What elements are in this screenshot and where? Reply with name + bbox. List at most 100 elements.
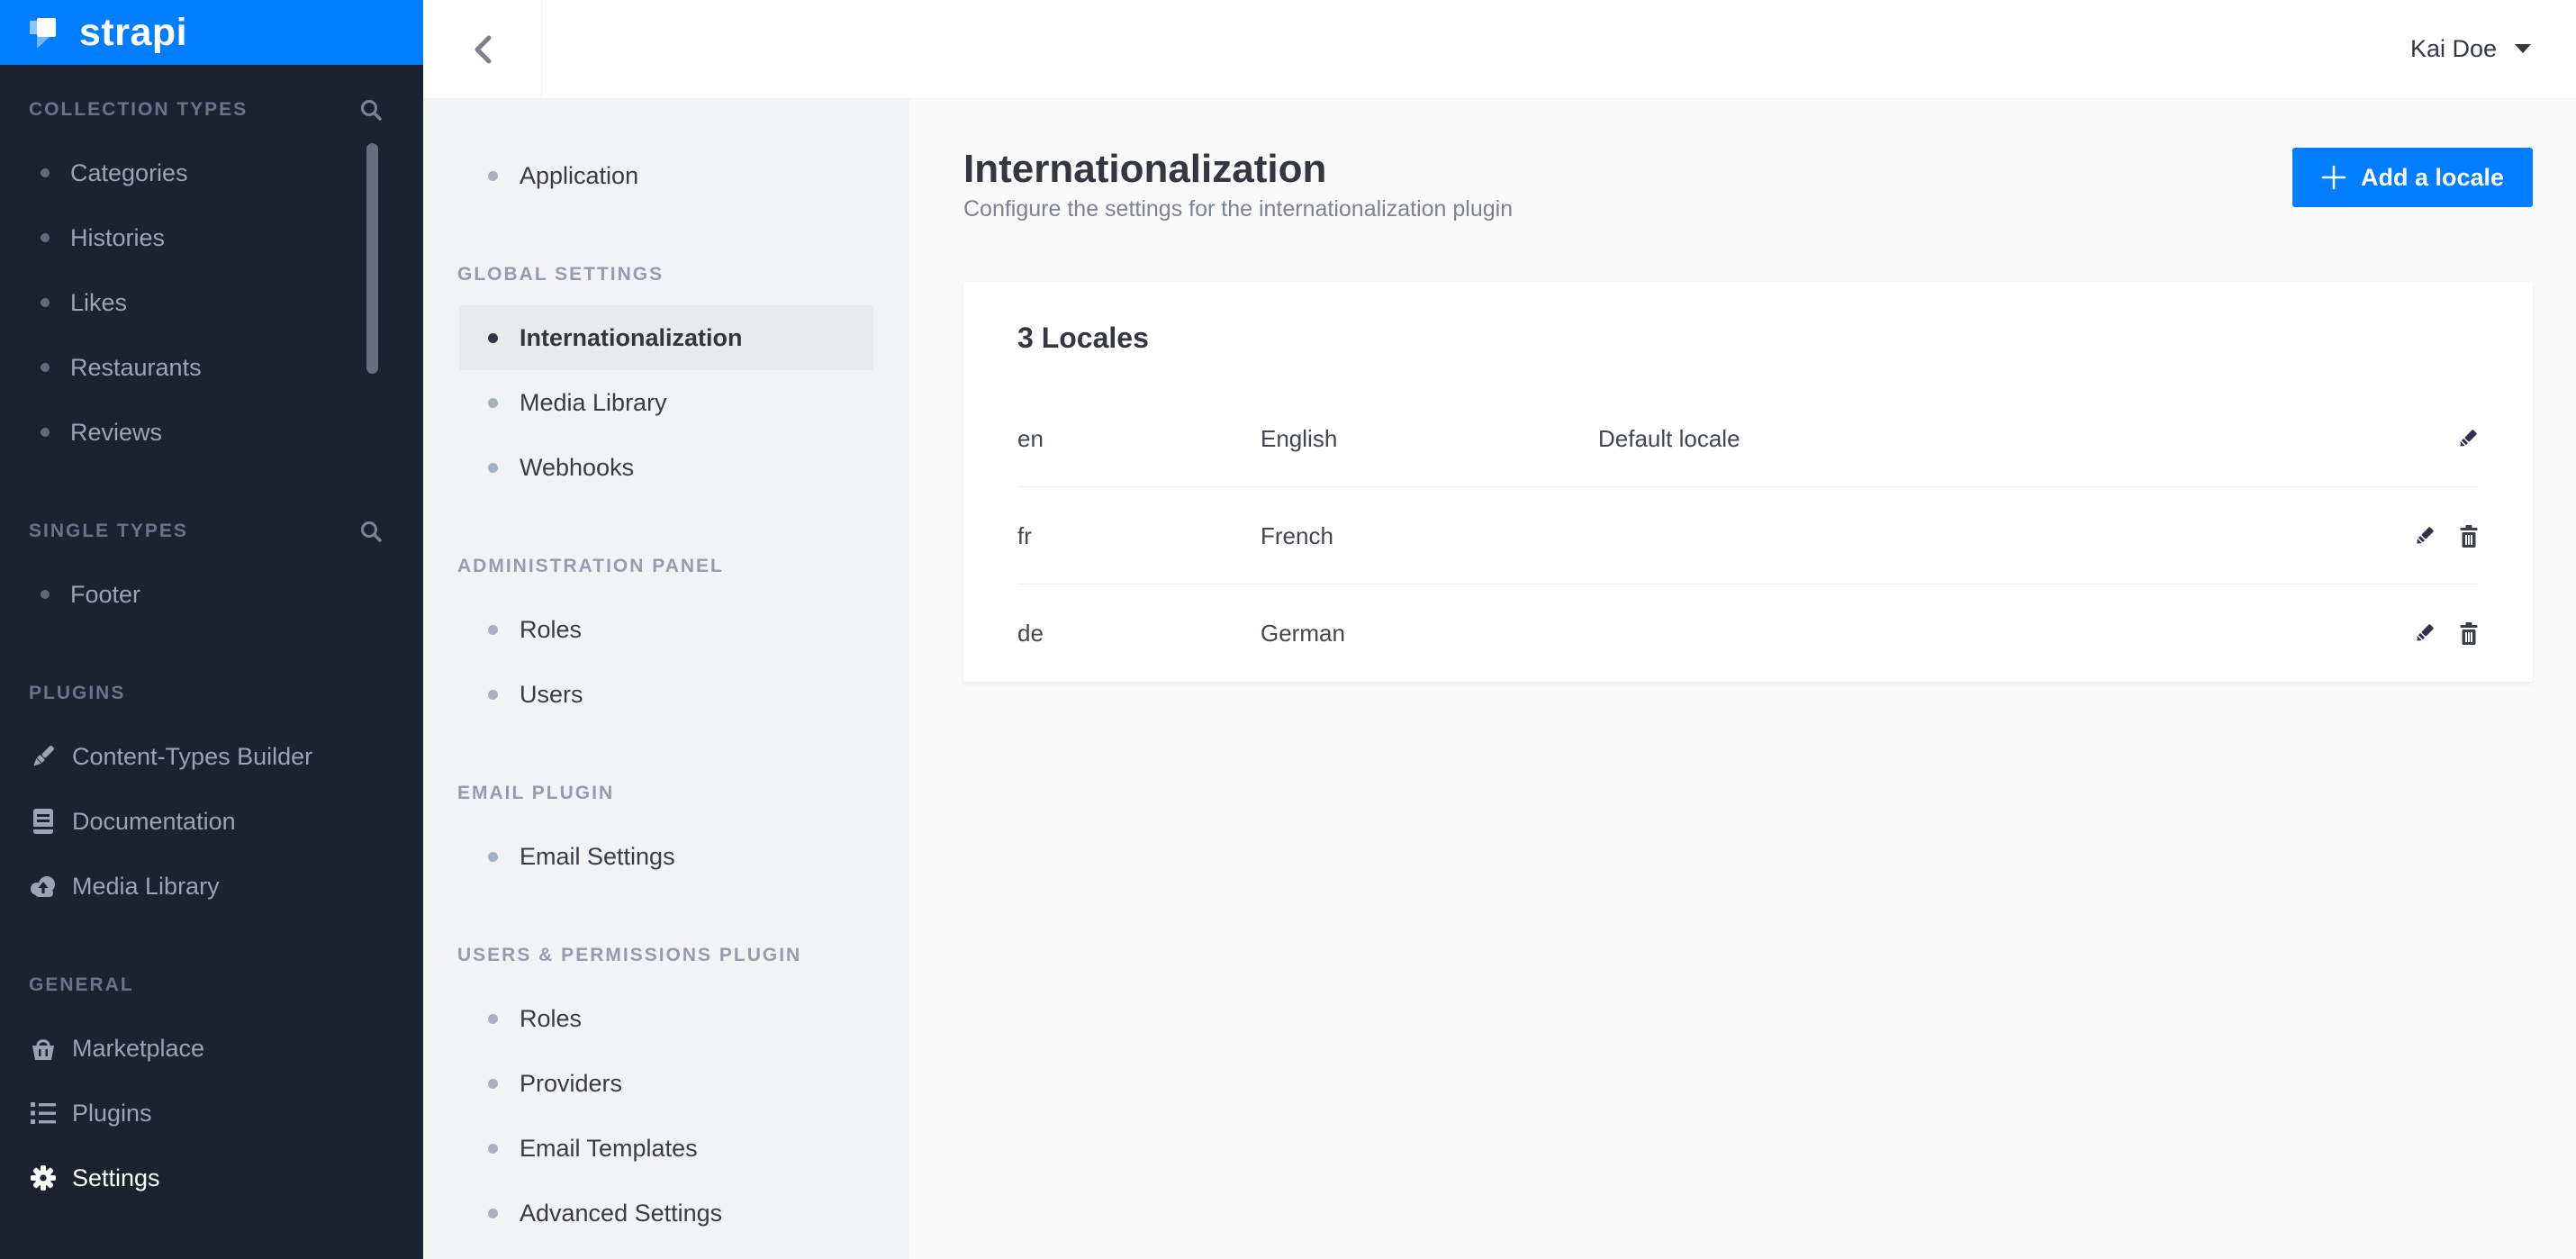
settings-item-label: Media Library <box>520 388 667 416</box>
page-header: Internationalization Configure the setti… <box>963 146 2533 222</box>
delete-locale-button[interactable] <box>2459 621 2479 645</box>
trash-icon <box>2460 621 2478 645</box>
users-permissions-header: USERS & PERMISSIONS PLUGIN <box>457 945 802 965</box>
plugins-header: PLUGINS <box>29 683 126 703</box>
delete-locale-button[interactable] <box>2459 524 2479 548</box>
bullet-icon <box>41 590 50 599</box>
locale-name: French <box>1261 521 1333 549</box>
sidebar-item-label: Plugins <box>72 1099 152 1127</box>
sidebar-item-label: Reviews <box>70 418 163 446</box>
bullet-icon <box>41 233 50 242</box>
section-email-plugin: EMAIL PLUGIN Email Settings <box>423 775 909 889</box>
bullet-icon <box>488 624 498 635</box>
list-icon <box>27 1100 59 1126</box>
strapi-logo-text: strapi <box>79 10 188 54</box>
main-sidebar: strapi COLLECTION TYPES Categories Histo… <box>0 0 423 1259</box>
general-header: GENERAL <box>29 974 134 995</box>
locale-name: German <box>1261 619 1345 647</box>
sidebar-item-media-library[interactable]: Media Library <box>0 854 423 919</box>
sidebar-item-footer[interactable]: Footer <box>0 562 423 627</box>
add-locale-button-label: Add a locale <box>2360 163 2504 191</box>
sidebar-item-histories[interactable]: Histories <box>0 205 423 270</box>
bullet-icon <box>488 689 498 700</box>
settings-item-up-roles[interactable]: Roles <box>459 986 873 1051</box>
single-types-header: SINGLE TYPES <box>29 521 188 541</box>
settings-item-admin-users[interactable]: Users <box>459 662 873 727</box>
settings-item-label: Email Templates <box>520 1134 698 1162</box>
settings-item-admin-roles[interactable]: Roles <box>459 597 873 662</box>
search-icon[interactable] <box>359 520 383 543</box>
strapi-logo[interactable]: strapi <box>0 0 423 65</box>
caret-down-icon <box>2515 44 2531 53</box>
locale-code: en <box>1017 424 1044 452</box>
book-icon <box>27 807 59 836</box>
section-global-settings: GLOBAL SETTINGS Internationalization Med… <box>423 257 909 500</box>
single-types-header-row: SINGLE TYPES <box>0 513 423 549</box>
settings-item-email-templates[interactable]: Email Templates <box>459 1116 873 1181</box>
search-icon[interactable] <box>359 98 383 122</box>
scrollbar-thumb[interactable] <box>366 143 378 374</box>
sidebar-item-label: Marketplace <box>72 1034 205 1062</box>
general-header-row: GENERAL <box>0 967 423 1003</box>
bullet-icon <box>41 363 50 372</box>
sidebar-item-marketplace[interactable]: Marketplace <box>0 1016 423 1081</box>
section-collection-types: COLLECTION TYPES Categories Histories Li… <box>0 92 423 465</box>
sidebar-item-likes[interactable]: Likes <box>0 270 423 335</box>
basket-icon <box>27 1035 59 1062</box>
bullet-icon <box>488 1078 498 1089</box>
settings-item-label: Providers <box>520 1069 623 1097</box>
trash-icon <box>2460 524 2478 548</box>
locales-card: 3 Locales en English Default locale fr F… <box>963 282 2533 682</box>
locale-default-badge: Default locale <box>1598 424 1740 452</box>
sidebar-item-label: Restaurants <box>70 353 202 381</box>
topbar: Kai Doe <box>423 0 2576 99</box>
sidebar-item-reviews[interactable]: Reviews <box>0 400 423 465</box>
settings-item-label: Email Settings <box>520 842 675 870</box>
settings-item-email-settings[interactable]: Email Settings <box>459 824 873 889</box>
sidebar-item-restaurants[interactable]: Restaurants <box>0 335 423 400</box>
settings-item-providers[interactable]: Providers <box>459 1051 873 1116</box>
bullet-icon <box>488 1208 498 1218</box>
section-administration-panel: ADMINISTRATION PANEL Roles Users <box>423 548 909 727</box>
settings-item-label: Advanced Settings <box>520 1199 723 1227</box>
locales-card-title: 3 Locales <box>1017 322 1149 354</box>
page-header-text: Internationalization Configure the setti… <box>963 146 1513 222</box>
locale-actions <box>2457 428 2479 449</box>
settings-item-label: Webhooks <box>520 453 635 481</box>
settings-item-label: Users <box>520 680 583 708</box>
edit-locale-button[interactable] <box>2414 525 2436 547</box>
settings-item-internationalization[interactable]: Internationalization <box>459 305 873 370</box>
sidebar-item-settings[interactable]: Settings <box>0 1146 423 1210</box>
pencil-icon <box>2460 430 2477 447</box>
edit-locale-button[interactable] <box>2457 428 2479 449</box>
sidebar-item-label: Footer <box>70 580 141 608</box>
bullet-icon <box>41 168 50 177</box>
app-root: strapi COLLECTION TYPES Categories Histo… <box>0 0 2576 1259</box>
main-content: Internationalization Configure the setti… <box>909 99 2576 1259</box>
sidebar-item-label: Media Library <box>72 872 220 900</box>
gear-icon <box>27 1164 59 1192</box>
user-menu[interactable]: Kai Doe <box>2410 35 2576 63</box>
locale-name: English <box>1261 424 1338 452</box>
edit-locale-button[interactable] <box>2414 622 2436 644</box>
chevron-left-icon <box>475 35 491 63</box>
plus-icon <box>2321 165 2346 190</box>
sidebar-item-plugins[interactable]: Plugins <box>0 1081 423 1146</box>
sidebar-item-categories[interactable]: Categories <box>0 140 423 205</box>
settings-item-advanced-settings[interactable]: Advanced Settings <box>459 1181 873 1245</box>
settings-item-webhooks[interactable]: Webhooks <box>459 435 873 500</box>
sidebar-item-content-types-builder[interactable]: Content-Types Builder <box>0 724 423 789</box>
settings-item-application[interactable]: Application <box>459 143 873 208</box>
settings-item-media-library[interactable]: Media Library <box>459 370 873 435</box>
collection-types-header-row: COLLECTION TYPES <box>0 92 423 128</box>
back-button[interactable] <box>423 0 542 98</box>
bullet-icon <box>41 298 50 307</box>
section-single-types: SINGLE TYPES Footer <box>0 513 423 627</box>
locale-actions <box>2414 524 2479 548</box>
sidebar-item-label: Documentation <box>72 807 236 835</box>
add-locale-button[interactable]: Add a locale <box>2291 148 2533 207</box>
sidebar-item-label: Settings <box>72 1164 160 1191</box>
locale-code: fr <box>1017 521 1032 549</box>
section-general: GENERAL Marketplace Plugins Settings <box>0 967 423 1210</box>
sidebar-item-documentation[interactable]: Documentation <box>0 789 423 854</box>
